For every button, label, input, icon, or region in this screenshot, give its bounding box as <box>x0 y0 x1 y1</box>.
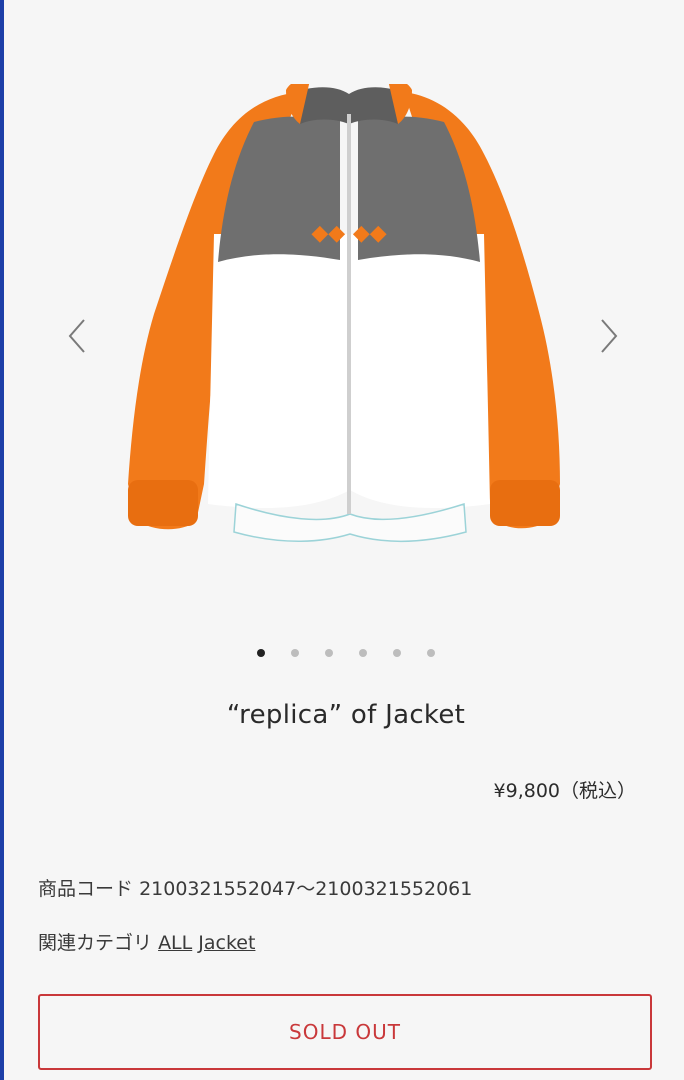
product-code-label: 商品コード <box>38 878 134 900</box>
chevron-left-icon[interactable] <box>62 316 92 356</box>
image-carousel: ◆◆ ◆◆ <box>4 0 684 640</box>
category-link-jacket[interactable]: Jacket <box>198 932 255 954</box>
product-code: 商品コード 2100321552047〜2100321552061 <box>38 874 472 901</box>
related-categories: 関連カテゴリ ALL Jacket <box>38 928 255 955</box>
carousel-dot[interactable] <box>359 649 367 657</box>
carousel-dot[interactable] <box>393 649 401 657</box>
product-page: ◆◆ ◆◆ “replica” of Jacket ¥9,800（税込） 商品コ… <box>0 0 684 1080</box>
category-label: 関連カテゴリ <box>38 932 153 954</box>
carousel-dot[interactable] <box>427 649 435 657</box>
svg-text:◆◆ ◆◆: ◆◆ ◆◆ <box>311 221 386 246</box>
category-link-all[interactable]: ALL <box>158 932 192 954</box>
jacket-photo: ◆◆ ◆◆ <box>114 79 584 564</box>
carousel-dot[interactable] <box>291 649 299 657</box>
carousel-pagination <box>4 646 684 660</box>
sold-out-button[interactable]: SOLD OUT <box>38 994 652 1070</box>
carousel-dot[interactable] <box>257 649 265 657</box>
product-price: ¥9,800（税込） <box>493 780 636 802</box>
chevron-right-icon[interactable] <box>594 316 624 356</box>
carousel-dot[interactable] <box>325 649 333 657</box>
product-code-value: 2100321552047〜2100321552061 <box>139 878 473 900</box>
product-title: “replica” of Jacket <box>226 700 466 730</box>
